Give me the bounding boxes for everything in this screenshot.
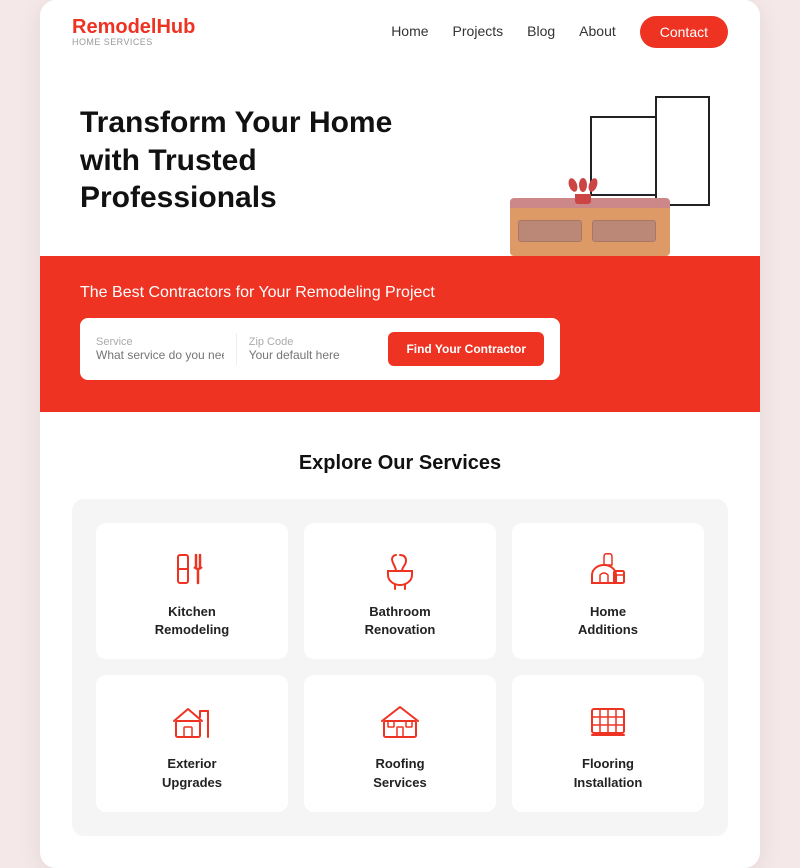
hero-illustration	[500, 96, 720, 256]
brand-name-part1: Remodel	[72, 16, 156, 38]
service-card-roofing[interactable]: RoofingServices	[304, 675, 496, 811]
red-band: The Best Contractors for Your Remodeling…	[40, 256, 760, 412]
contact-button[interactable]: Contact	[640, 16, 728, 48]
sideboard-drawer-left	[518, 220, 582, 242]
bathroom-icon	[374, 547, 426, 591]
service-card-bathroom[interactable]: BathroomRenovation	[304, 523, 496, 659]
roofing-icon	[374, 699, 426, 743]
illustration-plant	[568, 178, 598, 204]
hero-text: Transform Your Home with Trusted Profess…	[80, 96, 500, 217]
service-name-roofing: RoofingServices	[373, 755, 427, 791]
zip-input[interactable]	[249, 348, 377, 362]
plant-leaves	[568, 178, 598, 192]
services-title: Explore Our Services	[72, 452, 728, 475]
services-grid-wrapper: KitchenRemodeling BathroomRenovation	[72, 499, 728, 836]
plant-pot	[575, 194, 591, 204]
band-subtitle: The Best Contractors for Your Remodeling…	[80, 284, 720, 302]
service-input[interactable]	[96, 348, 224, 362]
service-card-home[interactable]: HomeAdditions	[512, 523, 704, 659]
logo: RemodelHub HOME SERVICES	[72, 16, 195, 48]
hero-section: Transform Your Home with Trusted Profess…	[40, 64, 760, 256]
leaf-center	[579, 178, 587, 192]
illustration-frame-tall	[655, 96, 710, 206]
nav-home[interactable]: Home	[391, 23, 428, 39]
nav-projects[interactable]: Projects	[453, 23, 504, 39]
service-card-exterior[interactable]: ExteriorUpgrades	[96, 675, 288, 811]
kitchen-icon	[166, 547, 218, 591]
sideboard-drawer-right	[592, 220, 656, 242]
navbar: RemodelHub HOME SERVICES Home Projects B…	[40, 0, 760, 64]
service-name-kitchen: KitchenRemodeling	[155, 603, 229, 639]
service-card-kitchen[interactable]: KitchenRemodeling	[96, 523, 288, 659]
illustration-sideboard	[510, 204, 670, 256]
nav-links: Home Projects Blog About Contact	[391, 16, 728, 48]
exterior-icon	[166, 699, 218, 743]
service-label: Service	[96, 336, 224, 348]
hero-title: Transform Your Home with Trusted Profess…	[80, 104, 440, 217]
leaf-right	[587, 177, 599, 193]
brand-name: RemodelHub	[72, 16, 195, 38]
service-name-flooring: FlooringInstallation	[574, 755, 643, 791]
zip-label: Zip Code	[249, 336, 377, 348]
flooring-icon	[582, 699, 634, 743]
services-section: Explore Our Services	[40, 412, 760, 868]
brand-tagline: HOME SERVICES	[72, 38, 195, 48]
zip-field: Zip Code	[249, 336, 377, 362]
page-wrapper: RemodelHub HOME SERVICES Home Projects B…	[40, 0, 760, 868]
search-divider	[236, 333, 237, 365]
service-field: Service	[96, 336, 224, 362]
service-name-bathroom: BathroomRenovation	[365, 603, 436, 639]
services-grid: KitchenRemodeling BathroomRenovation	[96, 523, 704, 812]
search-bar: Service Zip Code Find Your Contractor	[80, 318, 560, 380]
brand-name-part2: Hub	[156, 16, 195, 38]
nav-about[interactable]: About	[579, 23, 616, 39]
nav-blog[interactable]: Blog	[527, 23, 555, 39]
service-name-home: HomeAdditions	[578, 603, 638, 639]
service-card-flooring[interactable]: FlooringInstallation	[512, 675, 704, 811]
illustration-container	[500, 96, 720, 256]
leaf-left	[567, 177, 579, 193]
service-name-exterior: ExteriorUpgrades	[162, 755, 222, 791]
find-contractor-button[interactable]: Find Your Contractor	[388, 332, 544, 366]
home-additions-icon	[582, 547, 634, 591]
